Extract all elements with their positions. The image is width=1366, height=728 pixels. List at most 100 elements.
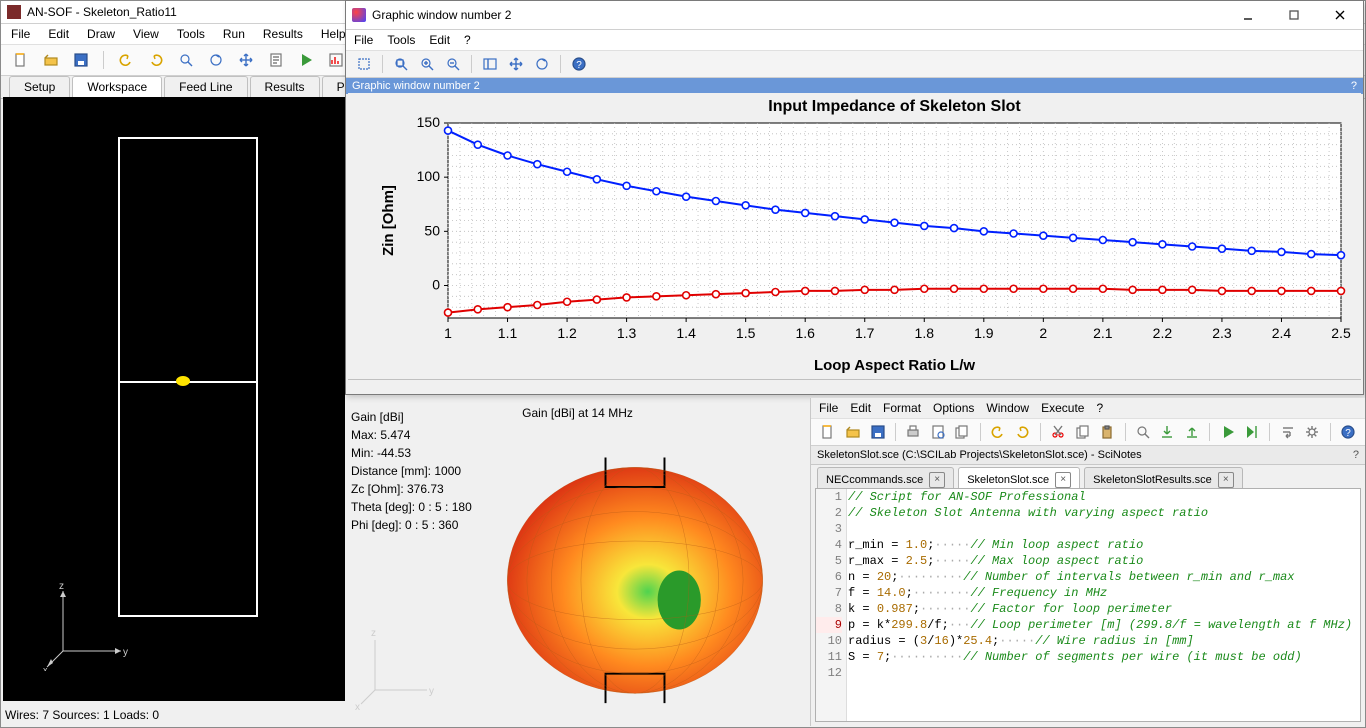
ansof-rotate-button[interactable]: [204, 48, 228, 72]
sn-step-button[interactable]: [1241, 420, 1264, 444]
line-gutter: 123456789101112: [816, 489, 847, 721]
menu-help[interactable]: ?: [464, 33, 471, 47]
sn-prefs-button[interactable]: [1301, 420, 1324, 444]
toolbar-separator: [103, 51, 104, 69]
menu-help[interactable]: ?: [1096, 401, 1103, 415]
sn-copy-path-button[interactable]: [951, 420, 974, 444]
gw-zoom-out-button[interactable]: [441, 52, 465, 76]
gw-orbit-button[interactable]: [530, 52, 554, 76]
sn-open-button[interactable]: [842, 420, 865, 444]
gain-3d-plot[interactable]: [475, 428, 795, 713]
menu-edit[interactable]: Edit: [429, 33, 450, 47]
sn-print-preview-button[interactable]: [926, 420, 949, 444]
ansof-new-button[interactable]: [9, 48, 33, 72]
gain-info-line: Theta [deg]: 0 : 5 : 180: [351, 498, 472, 516]
menu-tools[interactable]: Tools: [177, 27, 205, 41]
tab-workspace[interactable]: Workspace: [72, 76, 162, 98]
gw-pan-rect-button[interactable]: [478, 52, 502, 76]
menu-format[interactable]: Format: [883, 401, 921, 415]
sn-cut-button[interactable]: [1047, 420, 1070, 444]
ansof-script-button[interactable]: [264, 48, 288, 72]
graphic-window-titlebar[interactable]: Graphic window number 2: [346, 1, 1363, 30]
ansof-open-button[interactable]: [39, 48, 63, 72]
scinotes-window: File Edit Format Options Window Execute? ? Sk…: [810, 398, 1365, 726]
sn-paste-button[interactable]: [1096, 420, 1119, 444]
sn-wrap-button[interactable]: [1276, 420, 1299, 444]
gain-info-line: Phi [deg]: 0 : 5 : 360: [351, 516, 472, 534]
maximize-button[interactable]: [1271, 1, 1317, 29]
close-tab-icon[interactable]: ×: [1218, 472, 1234, 488]
sn-copy-button[interactable]: [1071, 420, 1094, 444]
menu-edit[interactable]: Edit: [850, 401, 871, 415]
gw-zoom-fit-button[interactable]: [389, 52, 413, 76]
gw-select-rect-button[interactable]: [352, 52, 376, 76]
toolbar-separator: [895, 423, 896, 441]
sn-download-button[interactable]: [1156, 420, 1179, 444]
svg-text:y: y: [429, 686, 434, 697]
gain-info-line: Zc [Ohm]: 376.73: [351, 480, 472, 498]
sn-new-button[interactable]: [817, 420, 840, 444]
sn-undo-button[interactable]: [987, 420, 1010, 444]
menu-results[interactable]: Results: [263, 27, 303, 41]
ansof-save-button[interactable]: [69, 48, 93, 72]
menu-file[interactable]: File: [11, 27, 30, 41]
menu-view[interactable]: View: [133, 27, 159, 41]
svg-text:1.7: 1.7: [855, 325, 875, 341]
ansof-zoom-button[interactable]: [174, 48, 198, 72]
minimize-button[interactable]: [1225, 1, 1271, 29]
menu-options[interactable]: Options: [933, 401, 974, 415]
svg-text:1.4: 1.4: [676, 325, 696, 341]
menu-file[interactable]: File: [819, 401, 838, 415]
gw-pan-arrows-button[interactable]: [504, 52, 528, 76]
sn-find-button[interactable]: [1131, 420, 1154, 444]
ansof-undo-button[interactable]: [114, 48, 138, 72]
sn-run-button[interactable]: [1216, 420, 1239, 444]
tab-feed-line[interactable]: Feed Line: [164, 76, 247, 98]
feed-source[interactable]: [176, 376, 190, 386]
menu-edit[interactable]: Edit: [48, 27, 69, 41]
menu-tools[interactable]: Tools: [387, 33, 415, 47]
sn-upload-button[interactable]: [1181, 420, 1204, 444]
gw-zoom-in-button[interactable]: [415, 52, 439, 76]
help-icon[interactable]: ?: [1351, 80, 1357, 92]
tab-setup[interactable]: Setup: [9, 76, 70, 98]
tab-label: SkeletonSlot.sce: [967, 474, 1049, 486]
menu-execute[interactable]: Execute: [1041, 401, 1084, 415]
sn-print-button[interactable]: [902, 420, 925, 444]
sn-redo-button[interactable]: [1011, 420, 1034, 444]
ansof-run-button[interactable]: [294, 48, 318, 72]
gain-info-line: Distance [mm]: 1000: [351, 462, 472, 480]
svg-text:x: x: [355, 702, 360, 710]
svg-text:?: ?: [576, 60, 582, 71]
help-icon[interactable]: ?: [1353, 449, 1359, 461]
code-area[interactable]: // Script for AN-SOF Professional// Skel…: [844, 489, 1360, 721]
toolbar-separator: [1209, 423, 1210, 441]
scinotes-editor[interactable]: 123456789101112 // Script for AN-SOF Pro…: [815, 488, 1361, 722]
svg-text:1: 1: [444, 325, 452, 341]
close-tab-icon[interactable]: ×: [929, 472, 945, 488]
tab-results[interactable]: Results: [250, 76, 320, 98]
workspace-canvas[interactable]: z y x: [3, 97, 345, 701]
menu-file[interactable]: File: [354, 33, 373, 47]
gw-help-button[interactable]: ?: [567, 52, 591, 76]
menu-help[interactable]: Help: [321, 27, 346, 41]
scinotes-path-banner: SkeletonSlot.sce (C:\SCILab Projects\Ske…: [811, 446, 1365, 465]
tab-label: SkeletonSlotResults.sce: [1093, 474, 1212, 486]
scinotes-path-label: SkeletonSlot.sce (C:\SCILab Projects\Ske…: [817, 449, 1142, 461]
svg-text:z: z: [59, 581, 64, 592]
menu-window[interactable]: Window: [986, 401, 1029, 415]
svg-text:1.1: 1.1: [498, 325, 518, 341]
sn-help-button[interactable]: ?: [1337, 420, 1360, 444]
graphic-window-toolbar: ?: [346, 50, 1363, 78]
close-tab-icon[interactable]: ×: [1055, 472, 1071, 488]
svg-text:Zin [Ohm]: Zin [Ohm]: [380, 185, 397, 256]
close-button[interactable]: [1317, 1, 1363, 29]
sn-save-button[interactable]: [866, 420, 889, 444]
svg-text:1.5: 1.5: [736, 325, 756, 341]
ansof-pan-button[interactable]: [234, 48, 258, 72]
menu-draw[interactable]: Draw: [87, 27, 115, 41]
chart-area[interactable]: 05010015011.11.21.31.41.51.61.71.81.922.…: [348, 93, 1361, 378]
menu-run[interactable]: Run: [223, 27, 245, 41]
ansof-redo-button[interactable]: [144, 48, 168, 72]
svg-text:2.1: 2.1: [1093, 325, 1113, 341]
